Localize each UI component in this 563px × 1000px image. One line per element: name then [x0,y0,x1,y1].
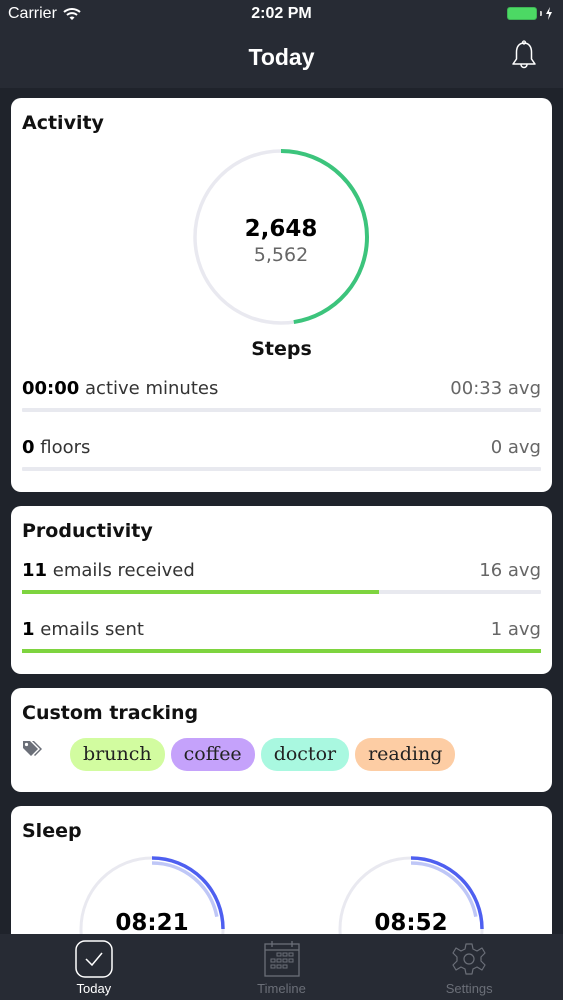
floors-bar [22,467,541,471]
checkmark-icon [75,940,113,978]
tag-coffee[interactable]: coffee [170,738,255,771]
custom-tracking-card[interactable]: Custom tracking brunch coffee doctor rea… [11,688,552,792]
emails-received-value: 11 [22,560,48,581]
battery-indicator [507,7,553,20]
steps-label: Steps [251,338,312,360]
floors-avg: 0 avg [490,437,541,458]
tab-bar: Today Timeline Settings [0,934,563,1000]
emails-received-avg: 16 avg [479,560,541,581]
tags-icon [23,740,42,756]
emails-sent-label: emails sent [40,619,144,640]
tab-settings-label: Settings [445,981,493,996]
steps-value: 2,648 [244,216,318,242]
custom-tracking-title: Custom tracking [22,702,199,724]
metric-active-minutes: 00:00 active minutes 00:33 avg [22,378,541,422]
emails-sent-value: 1 [22,619,35,640]
metric-emails-received: 11 emails received 16 avg [22,560,541,604]
tag-list: brunch coffee doctor reading [22,738,456,771]
steps-goal: 5,562 [253,244,309,266]
tab-timeline-label: Timeline [257,981,306,996]
tag-doctor[interactable]: doctor [260,738,350,771]
tag-reading[interactable]: reading [355,738,456,771]
bell-icon [512,40,536,69]
tag-brunch[interactable]: brunch [70,738,165,771]
productivity-title: Productivity [22,520,153,542]
tab-settings[interactable]: Settings [375,934,563,1000]
sleep-ring-2-value: 08:52 [374,910,448,934]
floors-label: floors [40,437,91,458]
sleep-title: Sleep [22,820,82,842]
tab-today-label: Today [76,981,112,996]
activity-title: Activity [22,112,104,134]
sleep-card[interactable]: Sleep 08:21 08:52 [11,806,552,934]
gear-icon [452,943,486,975]
sleep-ring-1-value: 08:21 [115,910,189,934]
tab-today[interactable]: Today [0,934,188,1000]
floors-value: 0 [22,437,35,458]
metric-emails-sent: 1 emails sent 1 avg [22,619,541,663]
emails-received-label: emails received [52,560,195,581]
metric-floors: 0 floors 0 avg [22,437,541,481]
active-minutes-bar [22,408,541,412]
activity-card[interactable]: Activity 2,648 5,562 Steps 00:00 active … [11,98,552,492]
sleep-ring-2: 08:52 [336,854,486,934]
notifications-button[interactable] [511,40,537,76]
emails-sent-bar [22,649,541,653]
charging-icon [546,7,552,20]
clock: 2:02 PM [251,5,312,22]
active-minutes-avg: 00:33 avg [450,378,541,399]
emails-sent-avg: 1 avg [490,619,541,640]
active-minutes-value: 00:00 [22,378,80,399]
battery-icon [507,7,537,20]
nav-bar: Today [0,30,563,88]
productivity-card[interactable]: Productivity 11 emails received 16 avg 1… [11,506,552,674]
page-title: Today [248,44,315,70]
active-minutes-label: active minutes [85,378,219,399]
content-scroll[interactable]: Activity 2,648 5,562 Steps 00:00 active … [0,88,563,934]
tab-timeline[interactable]: Timeline [188,934,376,1000]
emails-received-bar [22,590,541,594]
calendar-icon [263,941,300,977]
sleep-ring-1: 08:21 [77,854,227,934]
status-bar: Carrier 2:02 PM [0,0,563,30]
